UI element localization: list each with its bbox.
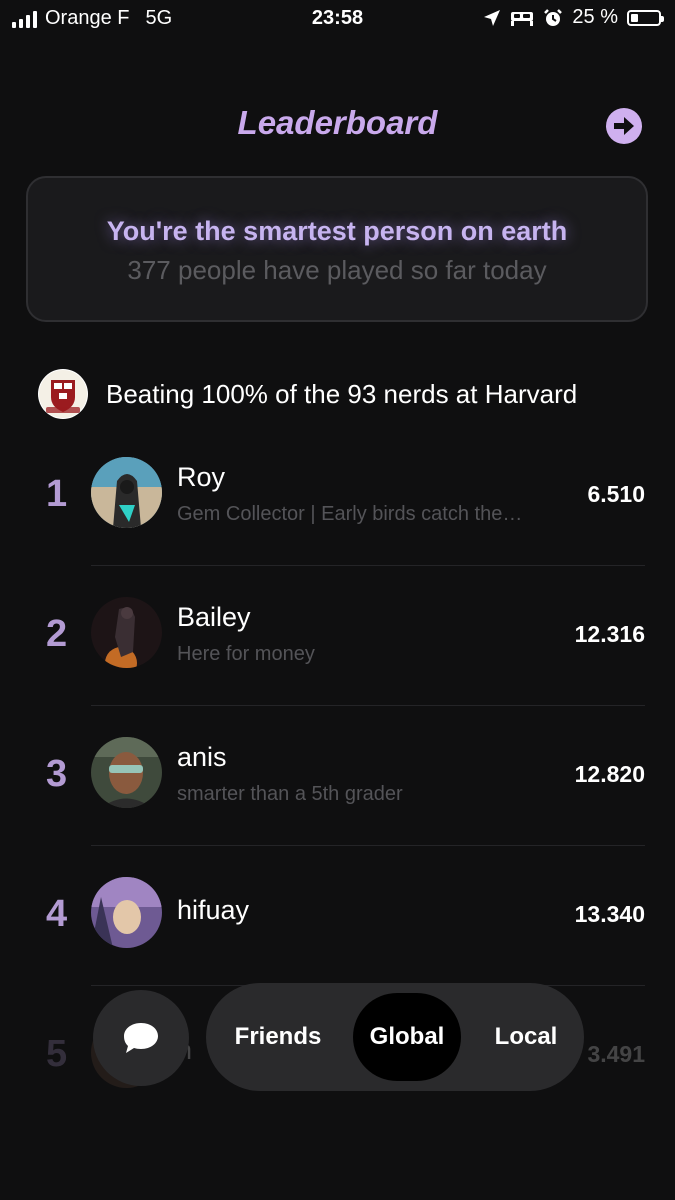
- harvard-crest-icon: [38, 369, 88, 419]
- rank-number: 1: [46, 473, 68, 515]
- tab-label: Friends: [234, 1023, 322, 1050]
- player-name: Roy: [177, 462, 226, 492]
- avatar: [91, 877, 162, 948]
- battery-percent: 25 %: [572, 6, 618, 28]
- leaderboard-row-2[interactable]: 2 Bailey Here for money 12.316: [0, 565, 675, 706]
- tab-label: Local: [494, 1023, 558, 1050]
- player-bio: Gem Collector | Early birds catch the…: [177, 503, 523, 525]
- tab-local[interactable]: Local: [474, 983, 578, 1091]
- tab-global[interactable]: Global: [353, 983, 461, 1091]
- arrow-right-circle-icon: [614, 117, 634, 135]
- avatar: [91, 597, 162, 668]
- page-title: Leaderboard: [237, 104, 438, 141]
- status-bar: Orange F 5G 23:58 25 %: [0, 0, 675, 38]
- player-score: 12.316: [574, 621, 645, 647]
- status-banner: You're the smartest person on earth 377 …: [26, 176, 648, 322]
- leaderboard-row-4[interactable]: 4 hifuay 13.340: [0, 845, 675, 986]
- chat-button[interactable]: [93, 990, 189, 1086]
- player-name: Bailey: [177, 602, 251, 632]
- rank-number: 3: [46, 753, 68, 795]
- player-score: 13.340: [574, 901, 645, 927]
- avatar: [91, 457, 162, 528]
- school-summary: Beating 100% of the 93 nerds at Harvard: [38, 368, 577, 420]
- player-bio: smarter than a 5th grader: [177, 783, 403, 805]
- banner-headline: You're the smartest person on earth: [106, 216, 568, 246]
- tab-friends[interactable]: Friends: [214, 983, 342, 1091]
- leaderboard-row-1[interactable]: 1 Roy Gem Collector | Early birds catch …: [0, 425, 675, 566]
- leaderboard-row-3[interactable]: 3 anis smarter than a 5th grader 12.820: [0, 705, 675, 846]
- battery-icon: [627, 9, 664, 26]
- bed-icon: [511, 11, 534, 26]
- player-bio: Here for money: [177, 643, 315, 665]
- player-name: hifuay: [177, 895, 250, 925]
- rank-number: 5: [46, 1033, 68, 1075]
- school-text: Beating 100% of the 93 nerds at Harvard: [106, 378, 578, 409]
- player-score: 12.820: [574, 761, 645, 787]
- player-score: 3.491: [587, 1041, 645, 1067]
- player-score: 6.510: [587, 481, 645, 507]
- alarm-clock-icon: [544, 8, 563, 26]
- tab-label: Global: [369, 1023, 445, 1050]
- avatar: [91, 737, 162, 808]
- exit-button[interactable]: [606, 108, 642, 144]
- location-arrow-icon: [484, 9, 501, 26]
- banner-subtext: 377 people have played so far today: [127, 255, 547, 285]
- rank-number: 4: [46, 893, 68, 935]
- scope-tabs: Friends Global Local: [206, 983, 584, 1091]
- rank-number: 2: [46, 613, 68, 655]
- chat-bubble-icon: [124, 1023, 158, 1053]
- player-name: anis: [177, 742, 227, 772]
